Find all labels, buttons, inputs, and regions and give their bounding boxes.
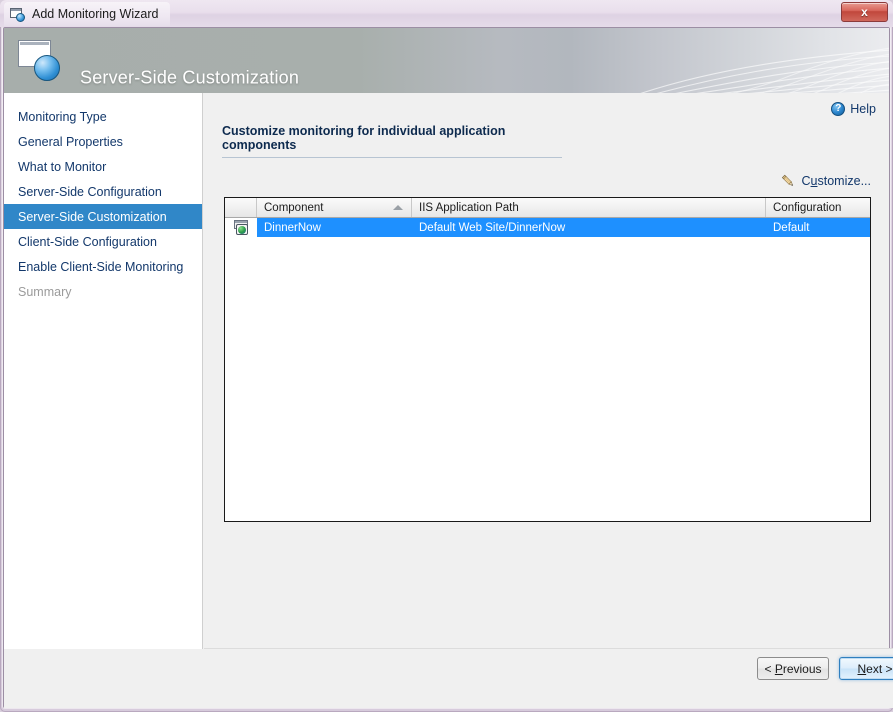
previous-button[interactable]: < Previous xyxy=(757,657,829,680)
wizard-step-sidebar: Monitoring Type General Properties What … xyxy=(4,93,203,649)
sidebar-item-enable-client-side-monitoring[interactable]: Enable Client-Side Monitoring xyxy=(4,254,202,279)
banner-mesh-pattern xyxy=(640,47,889,93)
grid-header-component-label: Component xyxy=(264,201,324,214)
main-pane: ? Help Customize monitoring for individu… xyxy=(204,93,893,708)
customize-label: Customize... xyxy=(801,174,871,188)
sidebar-item-client-side-configuration[interactable]: Client-Side Configuration xyxy=(4,229,202,254)
grid-header-path-label: IIS Application Path xyxy=(419,201,519,214)
sidebar-item-label: Server-Side Customization xyxy=(18,209,167,224)
sidebar-item-monitoring-type[interactable]: Monitoring Type xyxy=(4,104,202,129)
sidebar-item-label: What to Monitor xyxy=(18,159,107,174)
page-title: Customize monitoring for individual appl… xyxy=(222,124,562,158)
row-configuration-cell: Default xyxy=(773,221,810,234)
table-row[interactable]: DinnerNow Default Web Site/DinnerNow Def… xyxy=(225,218,870,237)
wizard-window: Add Monitoring Wizard x Server-Side Cust… xyxy=(0,0,893,712)
close-button[interactable]: x xyxy=(841,2,888,22)
help-link[interactable]: ? Help xyxy=(831,102,876,116)
help-label: Help xyxy=(850,102,876,116)
grid-header-component[interactable]: Component xyxy=(257,198,412,217)
sidebar-item-label: Client-Side Configuration xyxy=(18,234,157,249)
sidebar-item-label: Server-Side Configuration xyxy=(18,184,162,199)
wizard-button-row: < Previous Next > Create Cancel xyxy=(757,657,893,680)
banner-window-sphere-icon xyxy=(18,40,64,82)
previous-button-label: < Previous xyxy=(764,661,822,676)
title-bar: Add Monitoring Wizard x xyxy=(0,0,893,27)
grid-header-iis-application-path[interactable]: IIS Application Path xyxy=(412,198,766,217)
sidebar-item-server-side-configuration[interactable]: Server-Side Configuration xyxy=(4,179,202,204)
sidebar-item-label: General Properties xyxy=(18,134,123,149)
title-tab: Add Monitoring Wizard xyxy=(4,2,171,26)
grid-header-configuration[interactable]: Configuration xyxy=(766,198,870,217)
wizard-banner: Server-Side Customization xyxy=(4,28,889,93)
content-area: Monitoring Type General Properties What … xyxy=(4,93,893,708)
sidebar-item-what-to-monitor[interactable]: What to Monitor xyxy=(4,154,202,179)
pencil-icon xyxy=(781,174,793,186)
grid-header-row: Component IIS Application Path Configura… xyxy=(225,198,870,218)
customize-button[interactable]: Customize... xyxy=(780,173,871,189)
next-button-label: Next > xyxy=(857,661,893,676)
components-grid[interactable]: Component IIS Application Path Configura… xyxy=(224,197,871,522)
sort-ascending-icon xyxy=(393,204,403,210)
sidebar-item-server-side-customization[interactable]: Server-Side Customization xyxy=(4,204,202,229)
grid-header-configuration-label: Configuration xyxy=(773,201,842,214)
window-sphere-icon xyxy=(10,7,26,22)
help-question-icon: ? xyxy=(831,102,846,116)
sidebar-item-label: Monitoring Type xyxy=(18,109,107,124)
close-icon: x xyxy=(861,5,868,19)
grid-header-icon-column xyxy=(225,198,257,217)
sidebar-item-general-properties[interactable]: General Properties xyxy=(4,129,202,154)
row-iis-application-path-cell: Default Web Site/DinnerNow xyxy=(419,221,566,234)
sidebar-item-summary: Summary xyxy=(4,279,202,304)
wizard-footer: < Previous Next > Create Cancel xyxy=(204,648,893,708)
sidebar-item-label: Summary xyxy=(18,284,72,299)
next-button[interactable]: Next > xyxy=(839,657,893,680)
row-component-cell: DinnerNow xyxy=(264,221,321,234)
web-application-icon xyxy=(233,220,250,235)
window-title: Add Monitoring Wizard xyxy=(32,7,159,21)
banner-title: Server-Side Customization xyxy=(80,67,300,88)
row-icon-cell xyxy=(225,218,257,237)
sidebar-item-label: Enable Client-Side Monitoring xyxy=(18,259,184,274)
